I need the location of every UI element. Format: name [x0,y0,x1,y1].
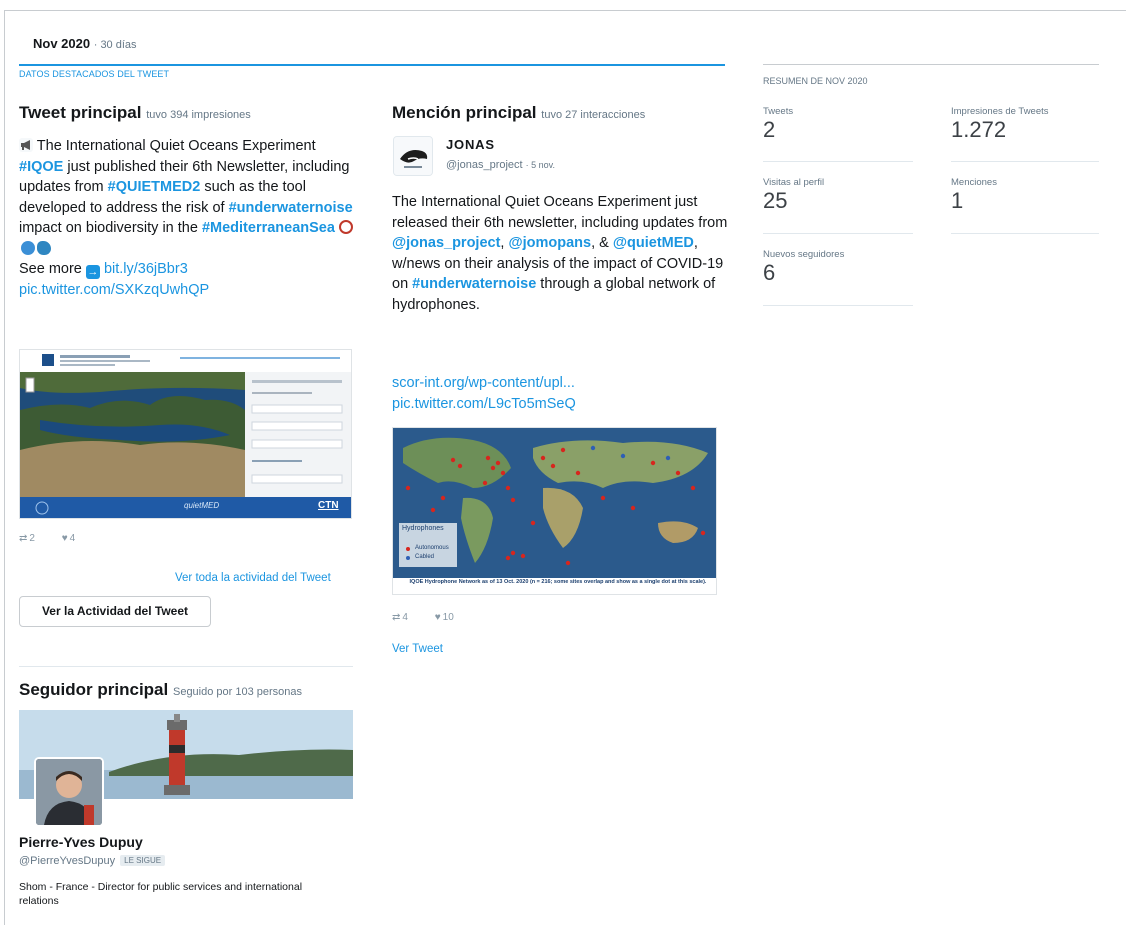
bitly-link[interactable]: bit.ly/36jBbr3 [104,261,188,277]
metric-visits-value: 25 [763,188,788,213]
map-legend-b: Cabled [415,554,435,560]
heart-icon: ♥ [61,533,68,544]
follower-name[interactable]: Pierre-Yves Dupuy [19,834,143,850]
metric-divider [763,233,913,234]
mention-link[interactable]: @jonas_project [392,235,500,251]
top-mention-title: Mención principal [392,103,537,122]
metric-impressions-label: Impresiones de Tweets [951,106,1049,117]
mention-link[interactable]: @quietMED [613,235,694,251]
pic-link[interactable]: pic.twitter.com/SXKzqUwhQP [19,282,209,298]
metric-divider [951,161,1099,162]
hashtag-link[interactable]: #underwaternoise [229,200,353,216]
right-arrow-icon: → [85,265,100,279]
highlights-divider [19,64,725,66]
top-follower-title: Seguidor principal [19,680,169,699]
tweet-text-part: impact on biodiversity in the [19,220,202,236]
follower-bio: Shom - France - Director for public serv… [19,881,303,907]
map-footer-brand-mid: quietMED [184,501,220,510]
top-follower-followers: Seguido por 103 personas [172,686,303,698]
mention-date: · 5 nov. [525,160,556,170]
mention-pic-link[interactable]: pic.twitter.com/L9cTo5mSeQ [392,394,576,415]
metric-mentions: Menciones 1 [951,177,997,214]
hashtag-link[interactable]: #IQOE [19,159,63,175]
map-footer-brand: CTN [318,500,339,511]
top-follower-heading: Seguidor principal Seguido por 103 perso… [19,680,302,700]
top-tweet-heading: Tweet principal tuvo 394 impresiones [19,103,251,123]
hashtag-link[interactable]: #QUIETMED2 [108,179,201,195]
metric-tweets-value: 2 [763,117,776,142]
like-value: 10 [442,612,454,623]
map-legend-a: Autonomous [415,545,449,551]
top-mention-heading: Mención principal tuvo 27 interacciones [392,103,645,123]
like-value: 4 [69,533,76,544]
retweet-value: 2 [29,533,35,544]
mention-text: The International Quiet Oceans Experimen… [392,192,732,315]
retweet-count: ⇄ 2 [19,533,47,544]
map-caption: IQOE Hydrophone Network as of 13 Oct. 20… [409,579,707,585]
scor-link[interactable]: scor-int.org/wp-content/upl... [392,373,576,394]
highlights-label: DATOS DESTACADOS DEL TWEET [19,69,170,79]
mention-stats: ⇄ 4 ♥ 10 [392,612,478,623]
metric-divider [951,233,1099,234]
dolphin-icon [37,240,51,255]
mention-author-name[interactable]: JONAS [446,137,495,152]
map-legend-title: Hydrophones [402,525,444,532]
follower-divider [19,666,353,667]
mention-author-avatar[interactable] [393,136,433,176]
retweet-icon: ⇄ [392,612,401,623]
period-title: Nov 2020 [33,36,91,51]
summary-label: RESUMEN DE NOV 2020 [763,76,868,86]
see-more-text: See more [19,261,82,277]
top-tweet-impressions: tuvo 394 impresiones [146,109,251,121]
retweet-count: ⇄ 4 [392,612,420,623]
follower-handle-row: @PierreYvesDupuy LE SIGUE [19,855,166,867]
metric-visits-label: Visitas al perfil [763,177,825,188]
hashtag-link[interactable]: #underwaternoise [412,276,536,292]
metric-divider [763,305,913,306]
summary-divider [763,64,1099,65]
metric-mentions-value: 1 [951,188,964,213]
retweet-value: 4 [402,612,408,623]
mention-author-meta: @jonas_project · 5 nov. [446,159,555,171]
mention-links: scor-int.org/wp-content/upl... pic.twitt… [392,373,576,414]
like-count: ♥ 4 [62,533,88,544]
period-header: Nov 2020 · 30 días [33,36,137,51]
hashtag-link[interactable]: #MediterraneanSea [202,220,335,236]
megaphone-icon [19,138,33,152]
tweet-media-image[interactable]: quietMED CTN [19,349,352,519]
metric-mentions-label: Menciones [951,177,997,188]
top-tweet-text: The International Quiet Oceans Experimen… [19,136,359,300]
metric-impressions-value: 1.272 [951,117,1007,142]
mention-link[interactable]: @jomopans [508,235,591,251]
metric-tweets: Tweets 2 [763,106,793,143]
metric-new-followers-value: 6 [763,260,776,285]
top-tweet-stats: ⇄ 2 ♥ 4 [19,533,99,544]
metric-divider [763,161,913,162]
heart-icon: ♥ [434,612,441,623]
mention-text-part: , & [591,235,613,251]
retweet-icon: ⇄ [19,533,28,544]
muted-speaker-icon [338,220,353,234]
period-days: · 30 días [93,39,137,51]
mention-author-handle[interactable]: @jonas_project [446,159,523,171]
follower-handle[interactable]: @PierreYvesDupuy [19,855,115,867]
metric-impressions: Impresiones de Tweets 1.272 [951,106,1049,143]
tweet-text-part: The International Quiet Oceans Experimen… [33,138,316,154]
view-tweet-activity-button[interactable]: Ver la Actividad del Tweet [19,596,211,627]
follower-avatar[interactable] [34,757,104,827]
mention-media-image[interactable]: Hydrophones Autonomous Cabled IQOE Hydro… [392,427,717,595]
top-tweet-title: Tweet principal [19,103,142,122]
view-all-activity-link[interactable]: Ver toda la actividad del Tweet [175,572,331,584]
top-mention-interactions: tuvo 27 interacciones [541,109,646,121]
metric-visits: Visitas al perfil 25 [763,177,824,214]
metric-new-followers-label: Nuevos seguidores [763,249,845,260]
metric-tweets-label: Tweets [763,106,794,117]
mention-text-part: The International Quiet Oceans Experimen… [392,194,728,231]
like-count: ♥ 10 [435,612,466,623]
view-tweet-link[interactable]: Ver Tweet [392,643,443,655]
metric-new-followers: Nuevos seguidores 6 [763,249,844,286]
follows-you-badge: LE SIGUE [120,855,166,866]
wave-icon [21,240,35,255]
